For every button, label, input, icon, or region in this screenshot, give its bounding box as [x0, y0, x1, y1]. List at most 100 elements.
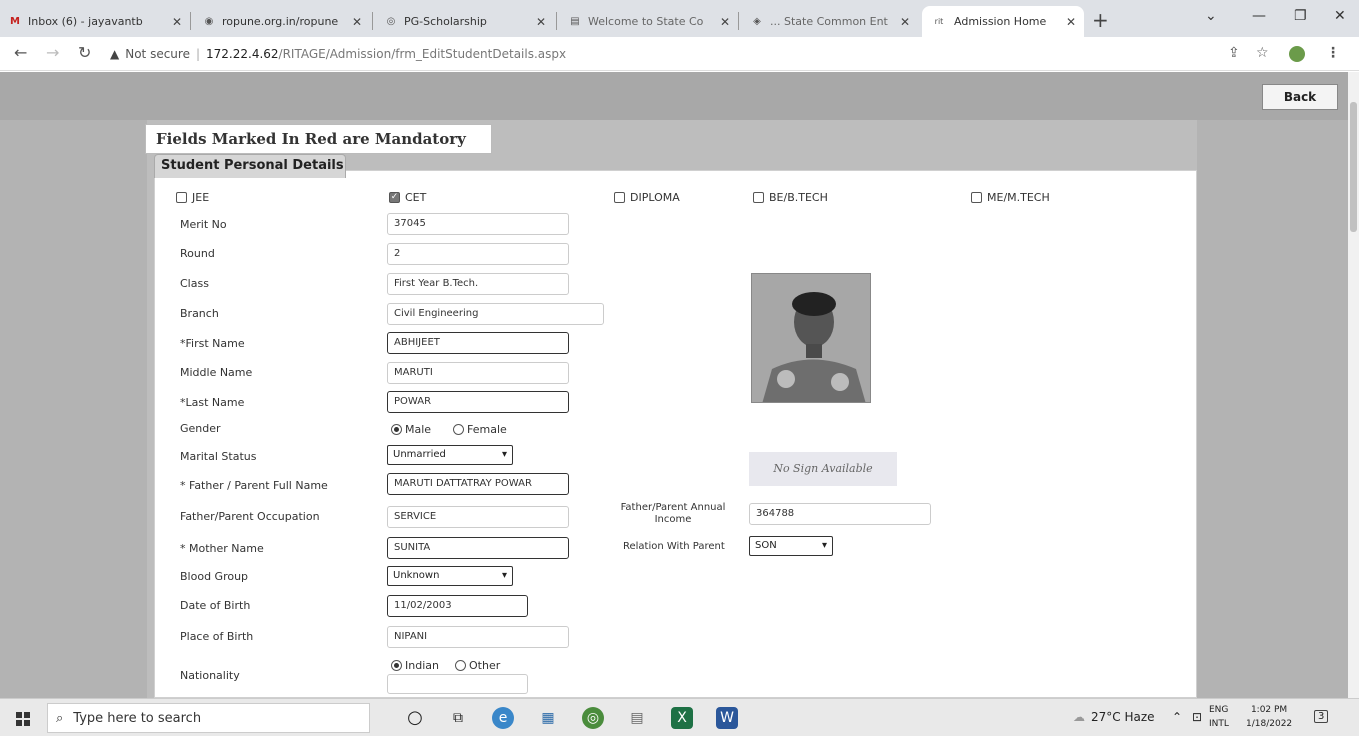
close-tab-icon[interactable]: ✕: [1066, 15, 1076, 29]
checkbox-be-btech[interactable]: BE/B.TECH: [753, 191, 828, 204]
share-icon[interactable]: ⇪: [1228, 45, 1240, 61]
label-nationality: Nationality: [180, 669, 240, 682]
tab-pg-scholarship[interactable]: ◎ PG-Scholarship ✕: [376, 6, 554, 37]
label-father-name: * Father / Parent Full Name: [180, 479, 328, 492]
nationality-other-field[interactable]: [387, 674, 528, 694]
middle-name-field[interactable]: MARUTI: [387, 362, 569, 384]
gmail-icon: M: [10, 15, 20, 27]
clock[interactable]: 1:02 PM 1/18/2022: [1246, 703, 1292, 731]
branch-field[interactable]: Civil Engineering: [387, 303, 604, 325]
app-icon[interactable]: ▤: [626, 707, 648, 729]
radio-indian[interactable]: Indian: [391, 659, 439, 672]
page-content: Back Fields Marked In Red are Mandatory …: [0, 72, 1348, 698]
close-tab-icon[interactable]: ✕: [536, 15, 546, 29]
mother-name-field[interactable]: SUNITA: [387, 537, 569, 559]
warning-icon: ▲: [110, 47, 120, 61]
father-income-field[interactable]: 364788: [749, 503, 931, 525]
tab-inbox[interactable]: M Inbox (6) - jayavantb ✕: [0, 6, 190, 37]
edge-icon[interactable]: e: [492, 707, 514, 729]
new-tab-icon[interactable]: +: [1092, 8, 1109, 32]
task-view-icon[interactable]: ⧉: [447, 707, 469, 729]
checkbox-box: [753, 192, 764, 203]
pob-field[interactable]: NIPANI: [387, 626, 569, 648]
radio-female[interactable]: Female: [453, 423, 507, 436]
label-blood-group: Blood Group: [180, 570, 249, 583]
taskbar-search[interactable]: ⌕ Type here to search: [47, 703, 370, 733]
chevron-down-icon: ▾: [501, 570, 507, 581]
close-tab-icon[interactable]: ✕: [900, 15, 910, 29]
page-scrollbar[interactable]: [1348, 72, 1359, 698]
profile-avatar[interactable]: [1289, 46, 1305, 62]
dob-field[interactable]: 11/02/2003: [387, 595, 528, 617]
father-occupation-field[interactable]: SERVICE: [387, 506, 569, 528]
reload-icon[interactable]: ↻: [78, 43, 91, 62]
label-father-income: Father/Parent Annual Income: [620, 502, 726, 525]
cortana-icon[interactable]: ○: [404, 707, 426, 729]
back-arrow-icon[interactable]: ←: [14, 43, 27, 62]
close-tab-icon[interactable]: ✕: [352, 15, 362, 29]
tab-admission-home[interactable]: rit Admission Home ✕: [922, 6, 1084, 37]
checkbox-box: [971, 192, 982, 203]
language-indicator[interactable]: ENG INTL: [1209, 703, 1229, 731]
tab-search-icon[interactable]: ⌄: [1205, 8, 1217, 24]
menu-kebab-icon[interactable]: ⋮: [1326, 45, 1340, 61]
notification-icon[interactable]: 3: [1314, 710, 1329, 723]
network-icon[interactable]: ⊡: [1192, 710, 1202, 724]
checkbox-cet[interactable]: ✓ CET: [389, 191, 426, 204]
last-name-field[interactable]: POWAR: [387, 391, 569, 413]
checkbox-jee[interactable]: JEE: [176, 191, 209, 204]
emblem-icon: ◈: [753, 15, 761, 27]
store-icon[interactable]: ▦: [537, 707, 559, 729]
section-title: Student Personal Details: [154, 154, 346, 178]
minimize-icon[interactable]: —: [1252, 8, 1266, 24]
chrome-icon[interactable]: ◎: [582, 707, 604, 729]
tab-welcome-state[interactable]: ▤ Welcome to State Co ✕: [560, 6, 738, 37]
scrollbar-thumb[interactable]: [1350, 102, 1357, 232]
label-last-name: *Last Name: [180, 396, 245, 409]
url-path: /RITAGE/Admission/frm_EditStudentDetails…: [278, 47, 567, 61]
windows-start-icon[interactable]: [16, 712, 30, 726]
marital-status-select[interactable]: Unmarried ▾: [387, 445, 513, 465]
first-name-field[interactable]: ABHIJEET: [387, 332, 569, 354]
radio-other[interactable]: Other: [455, 659, 500, 672]
tab-label: Admission Home: [954, 15, 1047, 28]
father-name-field[interactable]: MARUTI DATTATRAY POWAR: [387, 473, 569, 495]
merit-no-field[interactable]: 37045: [387, 213, 569, 235]
weather-icon: ☁: [1073, 710, 1085, 724]
not-secure-label: Not secure: [125, 47, 190, 61]
tab-label: Welcome to State Co: [588, 15, 704, 28]
address-bar[interactable]: ▲ Not secure | 172.22.4.62 /RITAGE/Admis…: [110, 42, 1230, 66]
tab-state-common-ent[interactable]: ◈ ... State Common Ent ✕: [742, 6, 918, 37]
close-tab-icon[interactable]: ✕: [172, 15, 182, 29]
class-field[interactable]: First Year B.Tech.: [387, 273, 569, 295]
left-margin-panel: [0, 120, 147, 698]
forward-arrow-icon[interactable]: →: [46, 43, 59, 62]
radio-male[interactable]: Male: [391, 423, 431, 436]
chevron-up-icon[interactable]: ⌃: [1172, 710, 1182, 724]
label-middle-name: Middle Name: [180, 366, 253, 379]
back-button[interactable]: Back: [1262, 84, 1338, 110]
checkbox-box: ✓: [389, 192, 400, 203]
restore-icon[interactable]: ❐: [1294, 8, 1307, 24]
word-icon[interactable]: W: [716, 707, 738, 729]
student-photo: [751, 273, 871, 403]
relation-select[interactable]: SON ▾: [749, 536, 833, 556]
radio-dot: [391, 660, 402, 671]
checkbox-diploma[interactable]: DIPLOMA: [614, 191, 680, 204]
excel-icon[interactable]: X: [671, 707, 693, 729]
tab-label: ... State Common Ent: [770, 15, 888, 28]
top-band: [0, 72, 1348, 120]
bookmark-star-icon[interactable]: ☆: [1256, 45, 1269, 61]
close-window-icon[interactable]: ✕: [1334, 8, 1346, 24]
checkbox-me-mtech[interactable]: ME/M.TECH: [971, 191, 1050, 204]
blood-group-select[interactable]: Unknown ▾: [387, 566, 513, 586]
label-class: Class: [180, 277, 209, 290]
weather-text[interactable]: 27°C Haze: [1091, 710, 1155, 724]
close-tab-icon[interactable]: ✕: [720, 15, 730, 29]
address-row: ← → ↻ ▲ Not secure | 172.22.4.62 /RITAGE…: [0, 37, 1359, 71]
round-field[interactable]: 2: [387, 243, 569, 265]
checkbox-box: [614, 192, 625, 203]
label-pob: Place of Birth: [180, 630, 254, 643]
search-icon: ⌕: [56, 710, 64, 726]
tab-ropune[interactable]: ◉ ropune.org.in/ropune ✕: [194, 6, 370, 37]
